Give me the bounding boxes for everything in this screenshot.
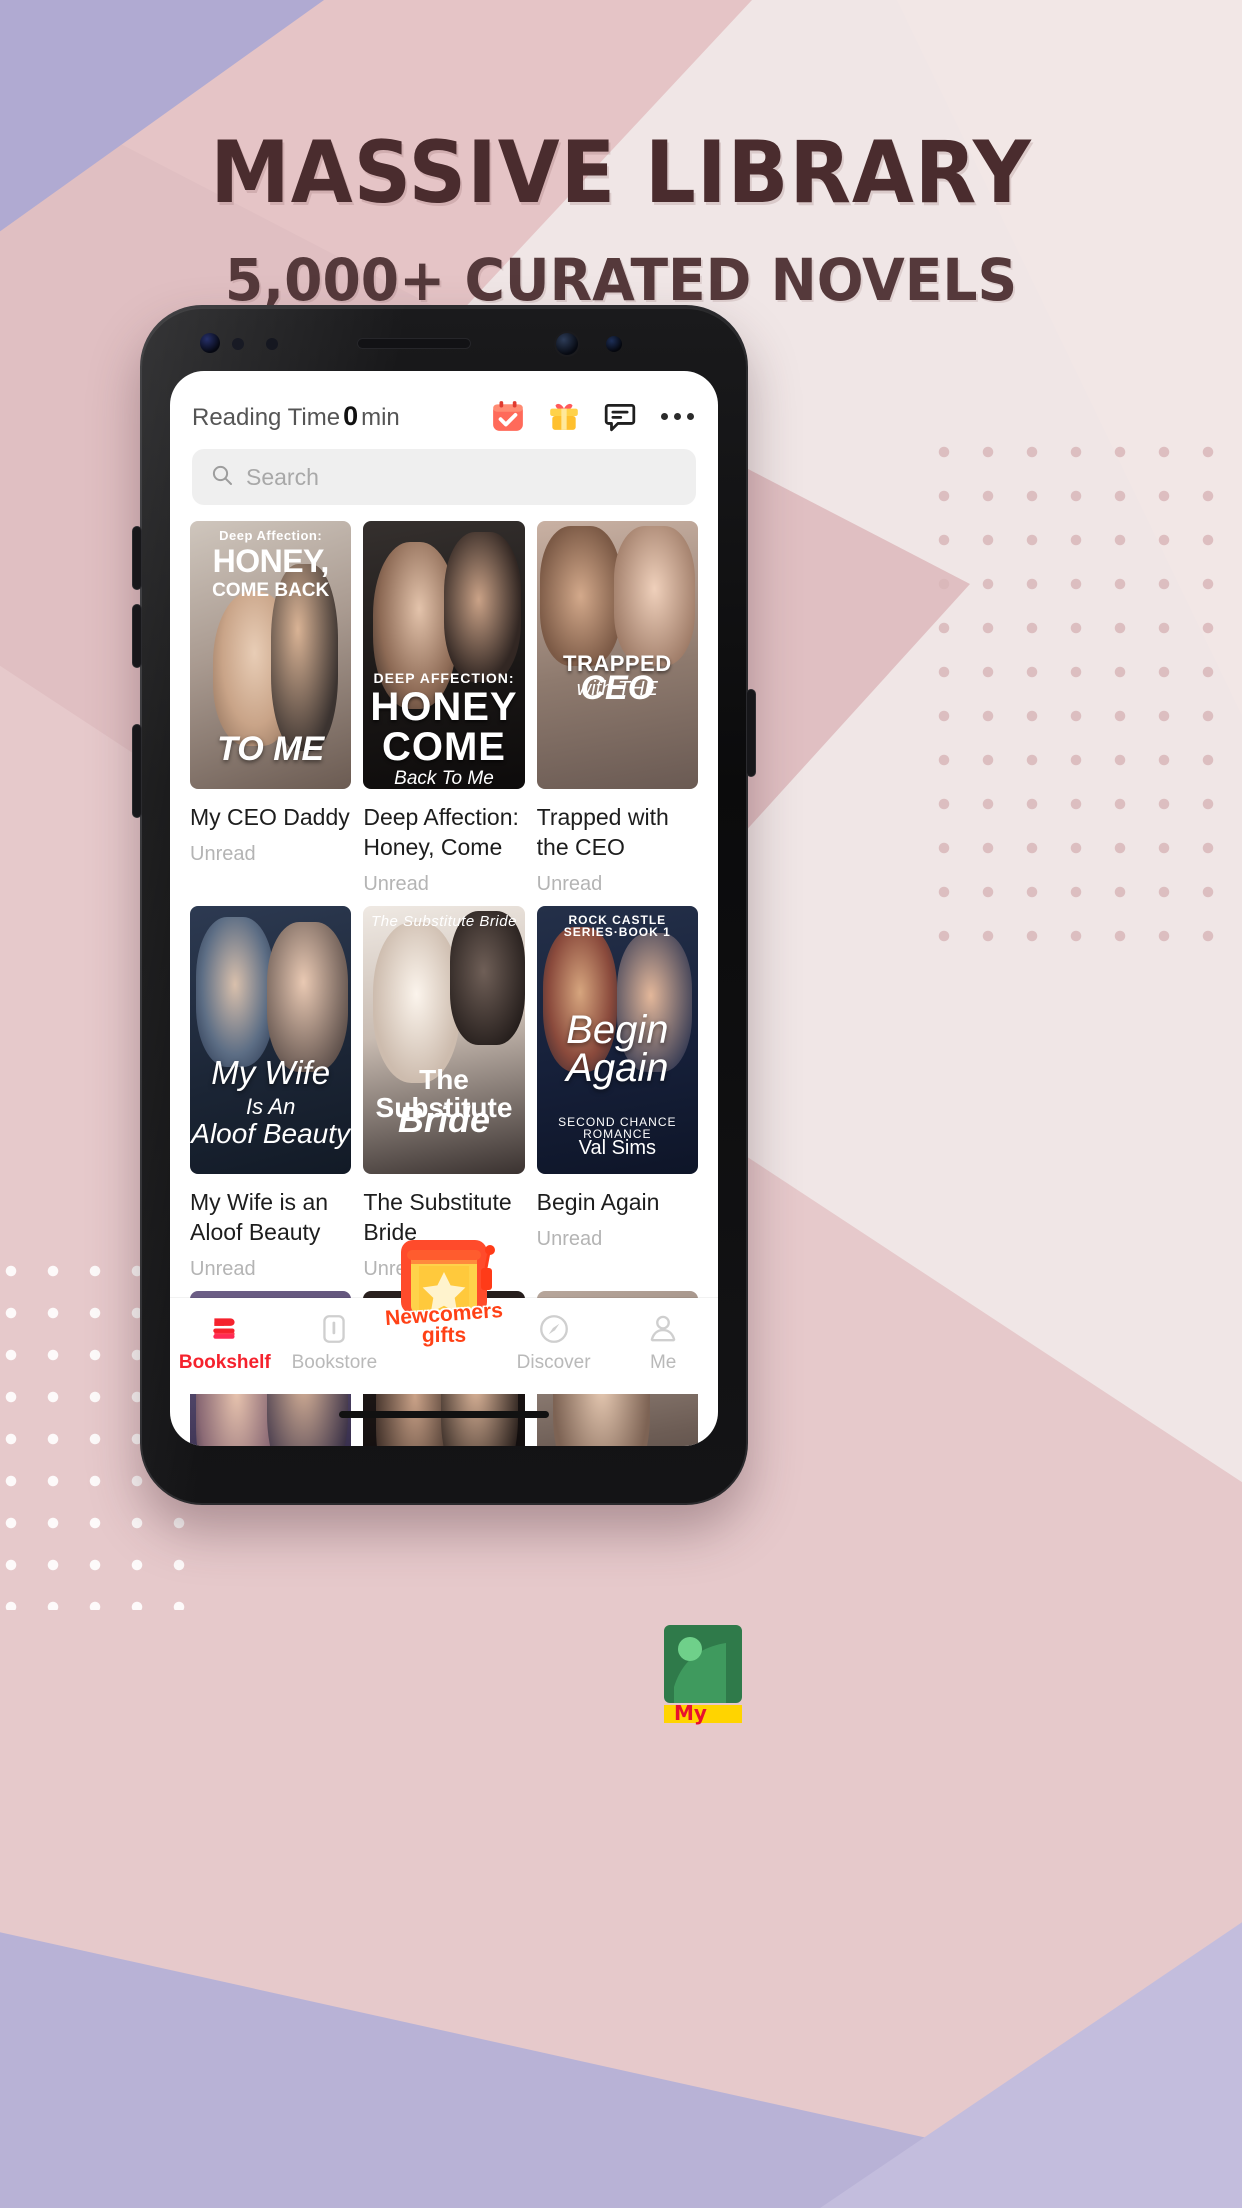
book-cover[interactable]: The Substitute Bride The Substitute Brid…	[363, 905, 525, 1174]
cover-line-2: HONEY	[370, 685, 518, 729]
cover-line-1: My Wife	[211, 1053, 331, 1091]
svg-text:My: My	[674, 1701, 707, 1725]
phone-top-bezel	[140, 305, 748, 373]
power-button[interactable]	[747, 690, 755, 776]
book-cover[interactable]: TRAPPED with THE CEO	[536, 521, 698, 789]
search-row: Search	[170, 447, 718, 521]
tab-bookshelf[interactable]: Bookshelf	[170, 1308, 280, 1374]
bookshelf-icon	[170, 1308, 280, 1350]
book-card[interactable]: Deep Affection: HONEY, COME BACK TO ME M…	[190, 521, 352, 896]
ir-sensor-icon	[200, 333, 220, 353]
tab-label: Bookstore	[291, 1352, 378, 1373]
person-icon	[608, 1308, 718, 1350]
dot	[687, 412, 694, 420]
dot	[661, 412, 668, 420]
book-status: Unread	[536, 872, 603, 895]
book-title: Trapped with the CEO	[536, 804, 669, 860]
cover-line-1: ROCK CASTLE SERIES·BOOK 1	[563, 912, 671, 940]
tab-newcomers-gifts[interactable]: Newcomers gifts	[384, 1240, 504, 1346]
tab-label: Bookshelf	[178, 1352, 271, 1373]
book-title: My Wife is an Aloof Beauty	[190, 1188, 329, 1245]
cover-line-3: COME	[381, 725, 506, 769]
checkin-calendar-icon[interactable]	[491, 399, 525, 433]
newcomers-gifts-ribbon: Newcomers gifts	[349, 1299, 539, 1346]
book-cover[interactable]: My Wife Is An Aloof Beauty	[190, 905, 352, 1174]
book-title: Begin Again	[536, 1188, 660, 1215]
tab-label: Me	[649, 1352, 677, 1373]
book-cover[interactable]: Deep Affection: HONEY, COME BACK TO ME	[190, 521, 352, 789]
cover-line-3: Aloof Beauty	[191, 1117, 351, 1149]
phone-screen: Reading Time 0 min Search Deep Affection…	[170, 371, 718, 1446]
cover-line-4: TO ME	[217, 730, 325, 769]
dot-pattern-right	[922, 430, 1222, 970]
cover-line-2: HONEY,	[212, 543, 330, 579]
cover-line-1: Deep Affection:	[219, 528, 323, 543]
book-cover[interactable]: DEEP AFFECTION: HONEY COME Back To Me	[363, 521, 525, 789]
volume-up-button[interactable]	[133, 527, 141, 589]
phone-mockup: Reading Time 0 min Search Deep Affection…	[133, 305, 755, 1725]
earpiece-speaker	[358, 339, 470, 348]
book-status: Unread	[190, 1257, 256, 1280]
book-card[interactable]: DEEP AFFECTION: HONEY COME Back To Me De…	[363, 521, 525, 896]
assistant-button[interactable]	[133, 725, 141, 817]
reading-time-unit: min	[361, 403, 400, 431]
volume-down-button[interactable]	[133, 605, 141, 667]
book-title: My CEO Daddy	[190, 804, 350, 830]
tab-label: Discover	[516, 1352, 591, 1373]
tab-me[interactable]: Me	[608, 1308, 718, 1374]
book-title: Deep Affection: Honey, Come	[363, 804, 519, 860]
app-header: Reading Time 0 min	[170, 371, 718, 447]
book-cover[interactable]: ROCK CASTLE SERIES·BOOK 1 Begin Again SE…	[536, 905, 698, 1174]
book-status: Unread	[536, 1227, 603, 1250]
search-placeholder: Search	[246, 463, 319, 490]
cover-line-3: Bride	[397, 1098, 490, 1140]
cover-line-5: Val Sims	[578, 1136, 657, 1159]
iris-scanner-icon	[606, 336, 622, 352]
cover-line-1: The Substitute Bride	[371, 912, 517, 930]
message-bubble-icon[interactable]	[603, 399, 637, 433]
reading-time-display: Reading Time 0 min	[192, 401, 400, 432]
book-card[interactable]: ROCK CASTLE SERIES·BOOK 1 Begin Again SE…	[536, 905, 698, 1281]
promo-headline: MASSIVE LIBRARY	[210, 123, 1032, 223]
cover-line-3: Again	[566, 1045, 669, 1090]
book-status: Unread	[363, 872, 429, 895]
bottom-tab-bar: Bookshelf Bookstore Newcomers gifts Disc…	[170, 1240, 718, 1394]
cover-line-4: Back To Me	[394, 768, 494, 789]
reading-time-label: Reading Time	[192, 403, 341, 431]
header-icon-group	[491, 399, 696, 433]
more-options-icon[interactable]	[659, 407, 696, 426]
reading-time-value: 0	[343, 400, 359, 431]
search-input[interactable]: Search	[192, 449, 696, 505]
promo-text-block: MASSIVE LIBRARY 5,000+ CURATED NOVELS	[0, 130, 1242, 314]
cover-line-2: Begin	[566, 1007, 669, 1052]
gift-box-icon[interactable]	[547, 399, 581, 433]
dot	[674, 412, 681, 420]
home-indicator[interactable]	[339, 1411, 549, 1418]
floating-promo-banner[interactable]: My	[664, 1625, 754, 1745]
search-icon	[210, 463, 234, 492]
cover-line-1: DEEP AFFECTION:	[373, 670, 515, 686]
front-camera-icon	[556, 333, 578, 355]
cover-line-2: Is An	[246, 1093, 296, 1119]
proximity-sensor-icon	[232, 338, 244, 350]
light-sensor-icon	[266, 338, 278, 350]
book-card[interactable]: TRAPPED with THE CEO Trapped with the CE…	[536, 521, 698, 896]
cover-line-3: COME BACK	[212, 580, 330, 601]
book-card[interactable]: My Wife Is An Aloof Beauty My Wife is an…	[190, 905, 352, 1281]
book-status: Unread	[190, 842, 256, 865]
promo-subheadline: 5,000+ CURATED NOVELS	[224, 246, 1018, 314]
cover-line-3: CEO	[580, 669, 655, 707]
